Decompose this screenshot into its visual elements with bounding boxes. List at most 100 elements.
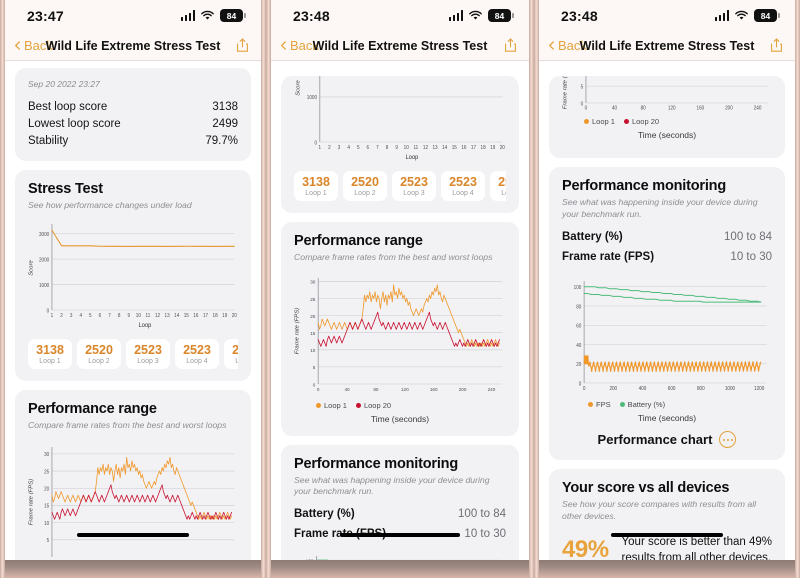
legend-label: Loop 1 <box>592 117 615 126</box>
stress-test-subtitle: See how performance changes under load <box>28 200 192 210</box>
svg-text:5: 5 <box>581 84 584 90</box>
svg-text:1000: 1000 <box>725 386 736 392</box>
svg-text:20: 20 <box>500 145 505 151</box>
loop-chip-value: 2520 <box>351 175 379 189</box>
svg-text:160: 160 <box>697 105 705 111</box>
svg-text:13: 13 <box>433 145 438 151</box>
svg-text:Frame rate (FPS): Frame rate (FPS) <box>295 307 301 354</box>
scroll-content-2[interactable]: 0 1000 1 2 3 4 5 6 7 8 9 10 11 12 13 14 15 16 17 18 19 20 Scor… <box>271 61 529 560</box>
scroll-content-3[interactable]: 0 5 0 40 80 120 160 200 240 Frame rate (FPS) Loop… <box>539 61 795 560</box>
loop-chip[interactable]: 2523 Loop 3 <box>392 171 436 201</box>
home-indicator <box>611 533 723 537</box>
summary-row-value: 79.7% <box>205 134 238 147</box>
performance-range-subtitle: Compare frame rates from the best and wo… <box>294 252 493 262</box>
scroll-content-1[interactable]: Sep 20 2022 23:27 Best loop score 3138 L… <box>5 61 261 560</box>
svg-text:6: 6 <box>367 145 370 151</box>
legend-item-battery: Battery (%) <box>619 400 665 409</box>
summary-row-label: Stability <box>28 134 69 147</box>
svg-text:4: 4 <box>347 145 350 151</box>
svg-text:80: 80 <box>576 305 581 311</box>
back-button[interactable]: Back <box>279 38 319 53</box>
performance-range-subtitle: Compare frame rates from the best and wo… <box>28 419 227 430</box>
svg-text:9: 9 <box>127 313 130 319</box>
summary-row-label: Lowest loop score <box>28 117 121 130</box>
performance-range-title: Performance range <box>28 400 157 417</box>
share-icon[interactable] <box>236 38 249 53</box>
battery-icon: 84 <box>220 9 246 22</box>
loop-chip[interactable]: 3138 Loop 1 <box>294 171 338 201</box>
performance-monitoring-chart: 0 20 40 60 80 100 0 200 400 600 800 1000 1200 <box>562 275 772 399</box>
share-icon[interactable] <box>504 38 517 53</box>
home-indicator <box>340 533 460 537</box>
svg-text:19: 19 <box>490 145 495 151</box>
performance-range-chart: 5 10 15 20 25 30 Frame rate (FPS) <box>28 439 238 559</box>
phone-panel-1: 23:47 84 Back Wild Life Extreme Stress T… <box>0 0 266 578</box>
svg-text:0: 0 <box>314 140 317 146</box>
loop-chip-value: 2523 <box>449 175 477 189</box>
svg-text:40: 40 <box>344 387 349 393</box>
loop-chip[interactable]: 2520 Loop 2 <box>77 338 121 369</box>
back-button[interactable]: Back <box>13 38 53 53</box>
loop-chip[interactable]: 2523 Loop 3 <box>126 338 170 369</box>
stress-test-chart-partial: 0 1000 1 2 3 4 5 6 7 8 9 10 11 12 13 14 15 16 17 18 19 20 Scor… <box>294 76 506 162</box>
battery-icon: 84 <box>754 9 780 22</box>
loop-chip[interactable]: 2522 Loop 5 <box>224 338 238 369</box>
loop-chip[interactable]: 2523 Loop 4 <box>175 338 219 369</box>
svg-text:3: 3 <box>70 313 73 319</box>
summary-row-label: Best loop score <box>28 100 108 113</box>
loop-chip[interactable]: 2522 Loop 5 <box>490 171 506 201</box>
svg-text:120: 120 <box>401 387 409 393</box>
svg-text:Frame rate (FPS): Frame rate (FPS) <box>563 76 569 109</box>
loop-chip-label: Loop 5 <box>501 190 506 197</box>
share-icon[interactable] <box>770 38 783 53</box>
back-button[interactable]: Back <box>547 38 587 53</box>
phone-bezel-left <box>266 0 271 578</box>
performance-monitoring-title: Performance monitoring <box>294 455 458 472</box>
monitoring-row-value: 100 to 84 <box>724 231 772 244</box>
loop-score-chips[interactable]: 3138 Loop 1 2520 Loop 2 2523 Loop 3 2523… <box>28 338 238 369</box>
legend-label: FPS <box>596 400 611 410</box>
svg-text:10: 10 <box>44 521 49 527</box>
loop-chip[interactable]: 3138 Loop 1 <box>28 338 72 369</box>
loop-chip-label: Loop 2 <box>88 357 110 365</box>
summary-row: Best loop score 3138 <box>28 98 238 115</box>
svg-text:Score: Score <box>29 260 35 276</box>
svg-text:25: 25 <box>44 470 49 476</box>
phone-bezel-left <box>534 0 539 578</box>
monitoring-row-value: 10 to 30 <box>464 528 506 541</box>
stress-test-card-partial: 0 1000 1 2 3 4 5 6 7 8 9 10 11 12 13 14 15 16 17 18 19 20 Scor… <box>281 76 519 213</box>
summary-row-value: 3138 <box>212 100 238 113</box>
svg-text:17: 17 <box>203 313 208 319</box>
svg-text:80: 80 <box>641 105 646 111</box>
score-vs-devices-title: Your score vs all devices <box>562 480 730 497</box>
battery-icon: 84 <box>488 9 514 22</box>
svg-text:9: 9 <box>395 145 398 151</box>
status-indicators: 84 <box>714 9 780 22</box>
svg-text:6: 6 <box>99 313 102 319</box>
ellipsis-circle-icon[interactable] <box>719 431 737 449</box>
performance-chart-button[interactable]: Performance chart <box>562 431 772 449</box>
monitoring-row-label: Battery (%) <box>294 508 355 521</box>
loop-chip[interactable]: 2520 Loop 2 <box>343 171 387 201</box>
svg-text:240: 240 <box>754 105 762 111</box>
svg-text:15: 15 <box>310 331 315 337</box>
loop-score-chips[interactable]: 3138 Loop 1 2520 Loop 2 2523 Loop 3 2523… <box>294 171 506 201</box>
score-comparison-row: 49% Your score is better than 49% result… <box>562 534 772 560</box>
svg-text:0: 0 <box>579 382 582 388</box>
loop-chip[interactable]: 2523 Loop 4 <box>441 171 485 201</box>
signal-bars-icon <box>714 10 729 21</box>
loop-chip-value: 3138 <box>36 342 64 357</box>
loop-chip-label: Loop 1 <box>39 357 61 365</box>
monitoring-row: Battery (%) 100 to 84 <box>562 227 772 247</box>
svg-text:60: 60 <box>576 324 581 330</box>
svg-text:14: 14 <box>442 145 447 151</box>
phone-screen-1: 23:47 84 Back Wild Life Extreme Stress T… <box>5 0 261 560</box>
svg-text:Frame rate (FPS): Frame rate (FPS) <box>29 479 35 526</box>
phone-screen-2: 23:48 84 Back Wild Life Extreme Stress T… <box>271 0 529 560</box>
summary-row: Lowest loop score 2499 <box>28 115 238 132</box>
performance-chart-label: Performance chart <box>597 432 713 448</box>
performance-range-card-partial: 0 5 0 40 80 120 160 200 240 Frame rate (FPS) Loop… <box>549 76 785 158</box>
svg-text:160: 160 <box>430 387 438 393</box>
svg-text:1: 1 <box>51 313 54 319</box>
status-indicators: 84 <box>180 9 246 22</box>
